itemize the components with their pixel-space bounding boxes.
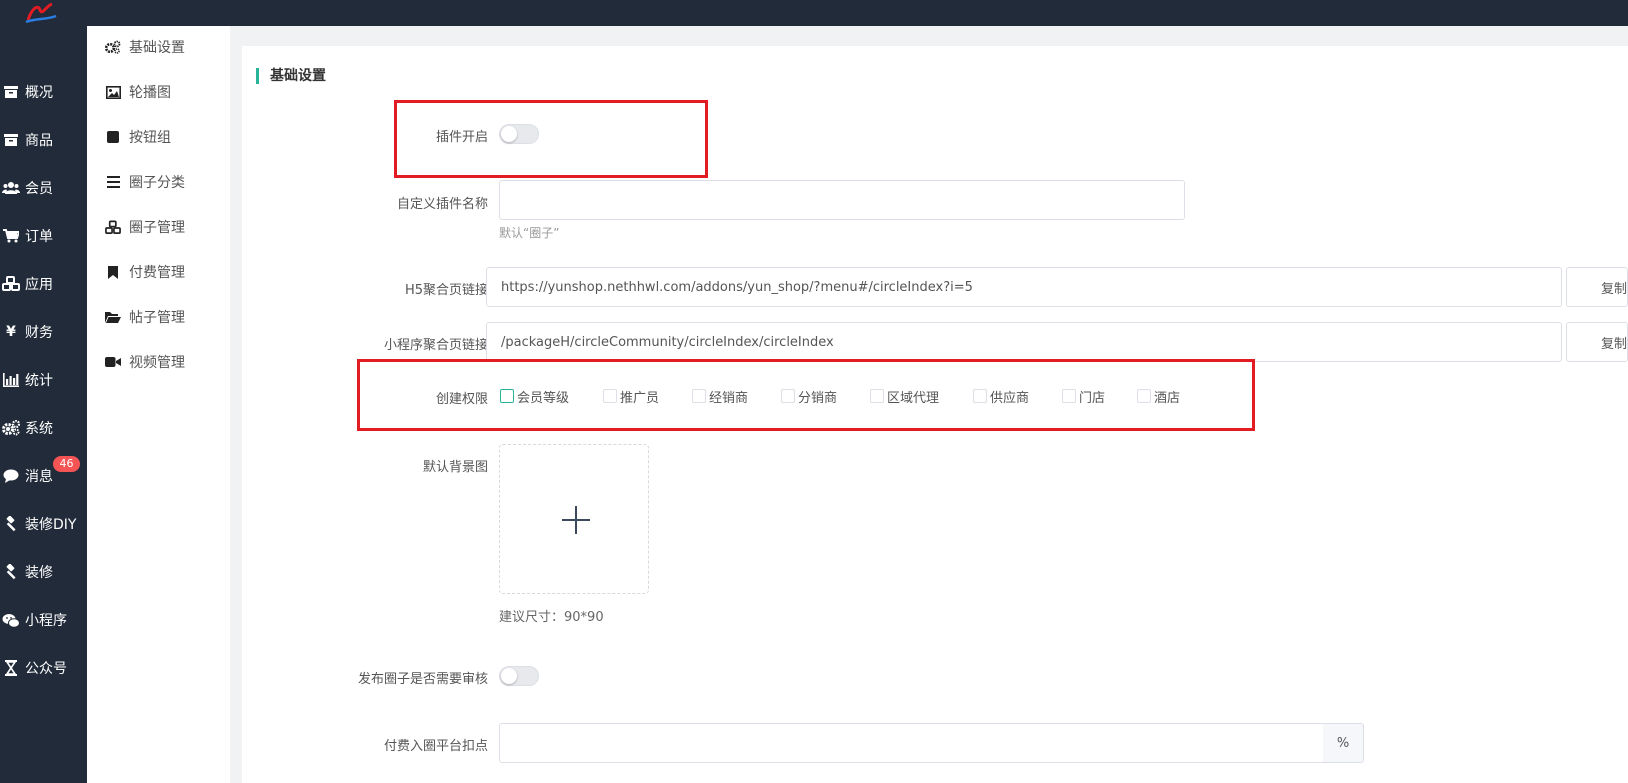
folder-open-icon [105, 311, 121, 324]
create-permission-label: 创建权限 [435, 392, 488, 407]
nav-item-mini-program[interactable]: 小程序 [0, 605, 87, 635]
hourglass-icon [0, 660, 22, 676]
copy-h5-link-button[interactable]: 复制 [1566, 267, 1628, 307]
cart-icon [0, 229, 22, 243]
square-icon [105, 131, 121, 143]
plugin-subnav: 基础设置 轮播图 按钮组 圈子分类 圈子管理 付费管理 帖子管理 视频管理 [87, 26, 237, 783]
nav-item-system[interactable]: 系统 [0, 413, 87, 443]
checkbox[interactable] [603, 389, 617, 403]
custom-name-label: 自定义插件名称 [396, 197, 488, 212]
subnav-item-carousel[interactable]: 轮播图 [105, 80, 171, 104]
checkbox[interactable] [781, 389, 795, 403]
plugin-enable-switch[interactable] [499, 124, 539, 144]
permission-checkbox-promoter[interactable]: 推广员 [603, 386, 659, 406]
yen-icon: ¥ [6, 324, 16, 340]
gavel-icon [0, 564, 22, 580]
archive-icon [0, 85, 22, 99]
subnav-item-paid-management[interactable]: 付费管理 [105, 260, 185, 284]
subnav-item-button-group[interactable]: 按钮组 [105, 125, 171, 149]
plus-icon [562, 506, 590, 534]
checkbox[interactable] [973, 389, 987, 403]
bookmark-icon [105, 265, 121, 279]
nav-item-decoration-diy[interactable]: 装修DIY [0, 509, 87, 539]
background-upload[interactable] [499, 444, 649, 594]
image-icon [105, 85, 121, 99]
subnav-item-basic-settings[interactable]: 基础设置 [105, 35, 185, 59]
nav-item-overview[interactable]: 概况 [0, 77, 87, 107]
nav-item-finance[interactable]: ¥ 财务 [0, 317, 87, 347]
default-background-label: 默认背景图 [422, 460, 488, 475]
list-icon [105, 176, 121, 188]
permission-checkbox-distributor[interactable]: 分销商 [781, 386, 837, 406]
nav-item-decoration[interactable]: 装修 [0, 557, 87, 587]
main-sidebar: 概况 商品 会员 订单 应用 ¥ 财务 统计 系统 消息 46 装修DIY 装修 [0, 26, 87, 783]
h5-link-label: H5聚合页链接 [404, 283, 488, 298]
platform-fee-input[interactable] [499, 723, 1324, 763]
users-icon [0, 181, 22, 195]
cubes-icon [0, 276, 22, 292]
comment-icon [0, 469, 22, 483]
nav-item-apps[interactable]: 应用 [0, 269, 87, 299]
gears-icon [0, 420, 22, 436]
permission-checkbox-member-level[interactable]: 会员等级 [500, 386, 569, 406]
nav-item-members[interactable]: 会员 [0, 173, 87, 203]
gavel-icon [0, 516, 22, 532]
subnav-item-circle-management[interactable]: 圈子管理 [105, 215, 185, 239]
review-required-switch[interactable] [499, 666, 539, 686]
section-title: 基础设置 [256, 68, 326, 84]
h5-link-input[interactable]: https://yunshop.nethhwl.com/addons/yun_s… [486, 267, 1562, 307]
subnav-item-circle-category[interactable]: 圈子分类 [105, 170, 185, 194]
background-size-hint: 建议尺寸：90*90 [499, 610, 604, 625]
custom-name-input[interactable] [499, 180, 1185, 220]
subnav-item-post-management[interactable]: 帖子管理 [105, 305, 185, 329]
cubes-icon [105, 220, 121, 235]
nav-item-statistics[interactable]: 统计 [0, 365, 87, 395]
nav-item-goods[interactable]: 商品 [0, 125, 87, 155]
mini-program-link-label: 小程序聚合页链接 [383, 338, 488, 353]
permission-checkbox-dealer[interactable]: 经销商 [692, 386, 748, 406]
permission-checkbox-area-agent[interactable]: 区域代理 [870, 386, 939, 406]
checkbox[interactable] [1062, 389, 1076, 403]
plugin-enable-label: 插件开启 [435, 130, 488, 145]
checkbox[interactable] [692, 389, 706, 403]
checkbox[interactable] [870, 389, 884, 403]
percent-suffix: % [1323, 723, 1364, 763]
copy-mini-program-link-button[interactable]: 复制 [1566, 322, 1628, 362]
video-camera-icon [105, 356, 121, 368]
nav-item-orders[interactable]: 订单 [0, 221, 87, 251]
bar-chart-icon [0, 373, 22, 387]
logo[interactable] [24, 2, 58, 24]
nav-item-official-account[interactable]: 公众号 [0, 653, 87, 683]
permission-checkbox-supplier[interactable]: 供应商 [973, 386, 1029, 406]
platform-fee-label: 付费入圈平台扣点 [383, 739, 488, 754]
checkbox[interactable] [500, 389, 514, 403]
review-required-label: 发布圈子是否需要审核 [357, 672, 488, 687]
custom-name-hint: 默认“圈子” [499, 226, 560, 240]
permission-checkbox-store[interactable]: 门店 [1062, 386, 1105, 406]
top-bar [0, 0, 1628, 26]
archive-icon [0, 133, 22, 147]
wechat-icon [0, 613, 22, 628]
subnav-item-video-management[interactable]: 视频管理 [105, 350, 185, 374]
gears-icon [105, 40, 121, 54]
permission-checkbox-hotel[interactable]: 酒店 [1137, 386, 1180, 406]
checkbox[interactable] [1137, 389, 1151, 403]
message-count-badge: 46 [53, 456, 80, 472]
mini-program-link-input[interactable]: /packageH/circleCommunity/circleIndex/ci… [486, 322, 1562, 362]
